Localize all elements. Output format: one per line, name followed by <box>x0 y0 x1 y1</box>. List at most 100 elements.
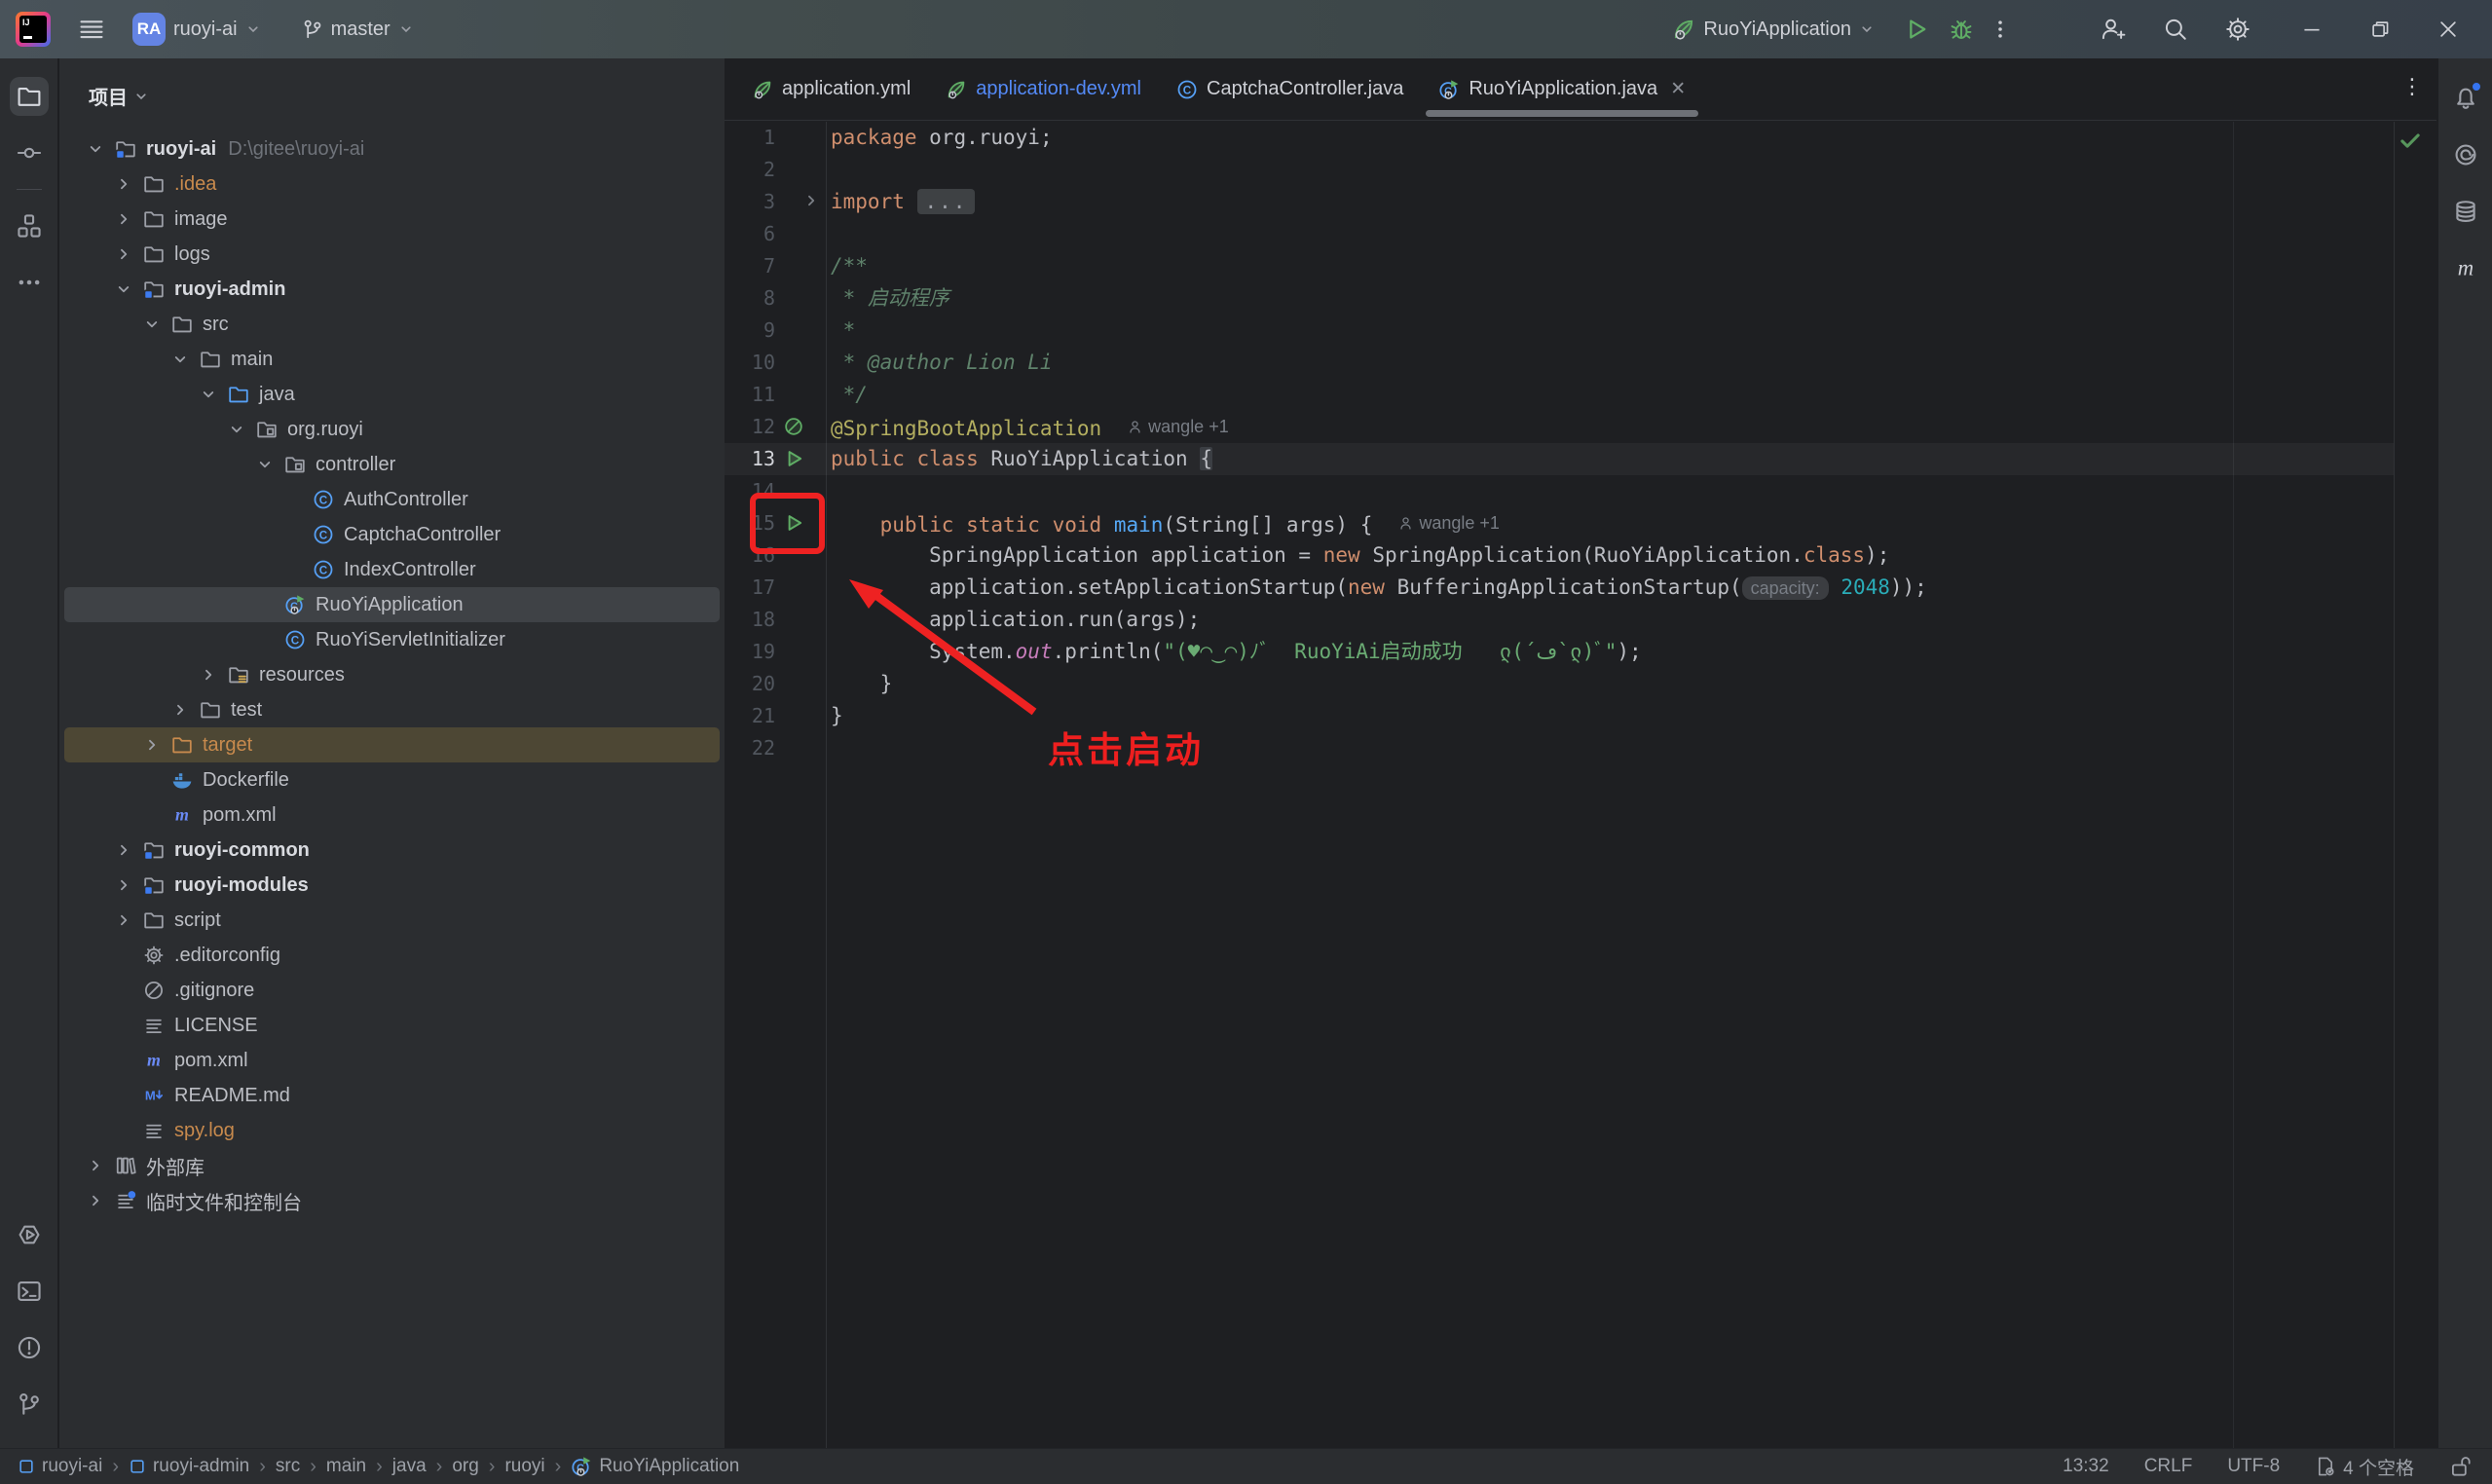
tree-item-ruoyi-ai[interactable]: ruoyi-ai D:\gitee\ruoyi-ai <box>64 131 720 167</box>
chevron-down-icon[interactable] <box>256 456 284 473</box>
tree-item-src[interactable]: src <box>64 307 720 342</box>
code-line-12[interactable]: 12 @SpringBootApplication wangle +1 <box>725 411 2394 443</box>
tool-window-button-more-tools[interactable] <box>10 263 49 302</box>
tree-item-image[interactable]: image <box>64 202 720 237</box>
tree-item-IndexController[interactable]: C IndexController <box>64 552 720 587</box>
tree-item-ruoyi-modules[interactable]: ruoyi-modules <box>64 868 720 903</box>
code-line-1[interactable]: 1 package org.ruoyi; <box>725 122 2394 154</box>
breadcrumb-item-ruoyi[interactable]: ruoyi <box>504 1456 544 1477</box>
tool-window-button-terminal[interactable] <box>10 1272 49 1311</box>
status-widget-indent[interactable]: 4 个空格 <box>2315 1454 2414 1480</box>
window-minimize-button[interactable] <box>2289 19 2334 40</box>
code-line-8[interactable]: 8 * 启动程序 <box>725 282 2394 315</box>
status-widget-clock[interactable]: 13:32 <box>2063 1456 2109 1477</box>
debug-button[interactable] <box>1949 17 1974 42</box>
tree-item-.idea[interactable]: .idea <box>64 167 720 202</box>
chevron-right-icon[interactable] <box>115 911 143 929</box>
tree-item-spy.log[interactable]: spy.log <box>64 1113 720 1148</box>
author-inlay-hint[interactable]: wangle +1 <box>1127 411 1229 443</box>
tree-item-Dockerfile[interactable]: Dockerfile <box>64 762 720 798</box>
run-button[interactable] <box>1904 17 1929 42</box>
run-configuration-widget[interactable]: RuoYiApplication <box>1664 12 1882 47</box>
code-line-3[interactable]: 3 import ... <box>725 186 2394 218</box>
chevron-down-icon[interactable] <box>115 280 143 298</box>
code-line-15[interactable]: 15 public static void main(String[] args… <box>725 507 2394 539</box>
tree-item-.editorconfig[interactable]: .editorconfig <box>64 938 720 973</box>
tree-item-main[interactable]: main <box>64 342 720 377</box>
tree-item-logs[interactable]: logs <box>64 237 720 272</box>
tree-item-resources[interactable]: resources <box>64 657 720 692</box>
breadcrumb-item-RuoYiApplication[interactable]: C RuoYiApplication <box>571 1456 739 1477</box>
breadcrumb-item-main[interactable]: main <box>326 1456 366 1477</box>
tool-window-button-problems[interactable] <box>10 1328 49 1367</box>
run-gutter-icon[interactable] <box>783 448 804 469</box>
tab-application-dev.yml[interactable]: application-dev.yml <box>928 58 1159 120</box>
vcs-widget[interactable]: master <box>294 13 422 47</box>
tool-window-button-maven[interactable]: m <box>2446 248 2485 287</box>
breadcrumb-item-ruoyi-admin[interactable]: ruoyi-admin <box>129 1456 249 1477</box>
tree-item-LICENSE[interactable]: LICENSE <box>64 1008 720 1043</box>
code-line-13[interactable]: 13 public class RuoYiApplication { <box>725 443 2394 475</box>
project-panel-header[interactable]: 项目 <box>59 58 725 110</box>
chevron-down-icon[interactable] <box>171 351 200 368</box>
tree-item-.gitignore[interactable]: .gitignore <box>64 973 720 1008</box>
tab-CaptchaController.java[interactable]: C CaptchaController.java <box>1159 58 1421 120</box>
tree-item-ruoyi-admin[interactable]: ruoyi-admin <box>64 272 720 307</box>
code-line-21[interactable]: 21} <box>725 700 2394 732</box>
tree-item-README.md[interactable]: M README.md <box>64 1078 720 1113</box>
tool-window-button-structure[interactable] <box>10 206 49 245</box>
more-actions-icon[interactable] <box>1990 19 2011 40</box>
code-line-11[interactable]: 11 */ <box>725 379 2394 411</box>
chevron-right-icon[interactable] <box>115 245 143 263</box>
tree-item-java[interactable]: java <box>64 377 720 412</box>
tree-item-pom.xml[interactable]: m pom.xml <box>64 1043 720 1078</box>
tab-application.yml[interactable]: application.yml <box>734 58 928 120</box>
tree-item-RuoYiApplication[interactable]: CRuoYiApplication <box>64 587 720 622</box>
tree-item-target[interactable]: target <box>64 727 720 762</box>
status-widget-readonly-toggle[interactable] <box>2449 1455 2473 1478</box>
code-line-17[interactable]: 17 application.setApplicationStartup(new… <box>725 572 2394 604</box>
chevron-right-icon[interactable] <box>87 1157 115 1174</box>
tree-item-RuoYiServletInitializer[interactable]: C RuoYiServletInitializer <box>64 622 720 657</box>
window-maximize-button[interactable] <box>2358 19 2402 40</box>
tool-window-button-run-tool[interactable] <box>10 1215 49 1254</box>
tree-item-script[interactable]: script <box>64 903 720 938</box>
tree-item-ruoyi-common[interactable]: ruoyi-common <box>64 833 720 868</box>
code-line-7[interactable]: 7 /** <box>725 250 2394 282</box>
hamburger-menu-icon[interactable] <box>78 16 105 43</box>
chevron-right-icon[interactable] <box>200 666 228 684</box>
tool-window-button-commit[interactable] <box>10 133 49 172</box>
status-widget-encoding[interactable]: UTF-8 <box>2227 1456 2280 1477</box>
tool-window-button-project[interactable] <box>9 77 49 116</box>
tab-close-icon[interactable]: ✕ <box>1670 78 1686 100</box>
settings-gear-icon[interactable] <box>2225 17 2250 42</box>
chevron-down-icon[interactable] <box>228 421 256 438</box>
tool-window-button-ai-assistant[interactable] <box>2446 135 2485 174</box>
status-widget-line-ending[interactable]: CRLF <box>2144 1456 2193 1477</box>
chevron-right-icon[interactable] <box>143 736 171 754</box>
breadcrumb-item-src[interactable]: src <box>276 1456 300 1477</box>
tab-list-more-icon[interactable]: ⋮ <box>2401 74 2423 99</box>
code-line-6[interactable]: 6 <box>725 218 2394 250</box>
fold-chevron-icon[interactable] <box>802 192 820 209</box>
chevron-down-icon[interactable] <box>87 140 115 158</box>
chevron-down-icon[interactable] <box>200 386 228 403</box>
code-line-16[interactable]: 16 SpringApplication application = new S… <box>725 539 2394 572</box>
tree-item-AuthController[interactable]: C AuthController <box>64 482 720 517</box>
tree-item-外部库[interactable]: 外部库 <box>64 1148 720 1183</box>
chevron-right-icon[interactable] <box>87 1192 115 1209</box>
code-line-10[interactable]: 10 * @author Lion Li <box>725 347 2394 379</box>
tab-RuoYiApplication.java[interactable]: C RuoYiApplication.java ✕ <box>1421 58 1703 120</box>
breadcrumb-item-ruoyi-ai[interactable]: ruoyi-ai <box>18 1456 102 1477</box>
tree-item-临时文件和控制台[interactable]: 临时文件和控制台 <box>64 1183 720 1218</box>
code-editor[interactable]: 1 package org.ruoyi; 2 3 import ... 6 7 /** 8 * … <box>725 122 2436 1448</box>
chevron-right-icon[interactable] <box>115 175 143 193</box>
project-widget[interactable]: RA ruoyi-ai <box>125 7 269 52</box>
window-close-button[interactable] <box>2426 19 2471 40</box>
chevron-right-icon[interactable] <box>115 876 143 894</box>
tool-window-button-notifications[interactable] <box>2446 79 2485 118</box>
tree-item-pom.xml[interactable]: m pom.xml <box>64 798 720 833</box>
tool-window-button-database[interactable] <box>2446 192 2485 231</box>
breadcrumb-item-org[interactable]: org <box>452 1456 478 1477</box>
tree-item-test[interactable]: test <box>64 692 720 727</box>
